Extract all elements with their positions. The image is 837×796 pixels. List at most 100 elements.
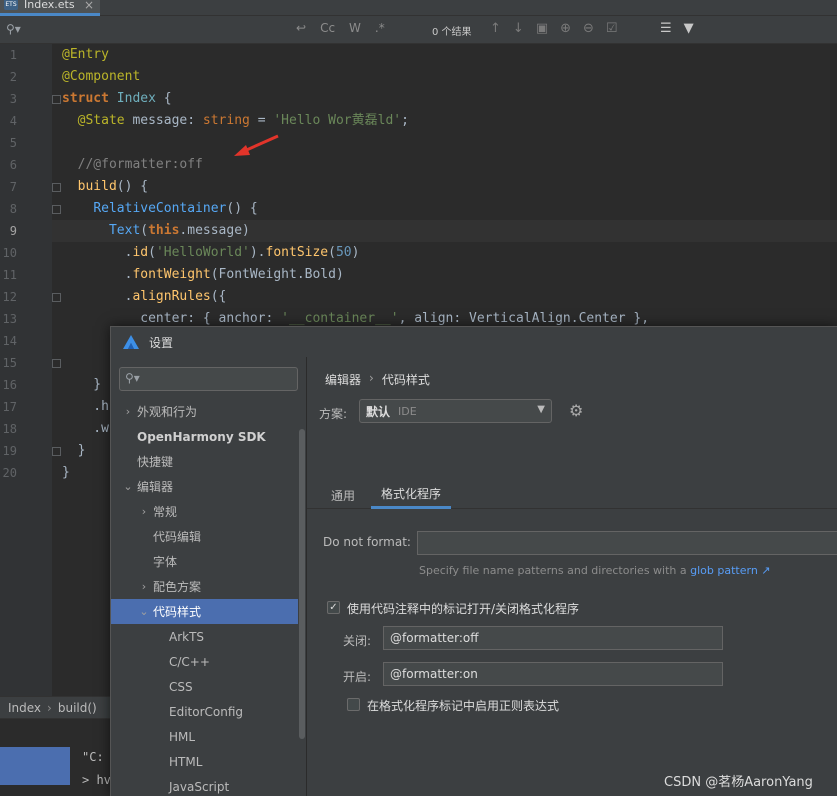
fold-marker-icon[interactable]	[52, 293, 61, 302]
breadcrumb-item[interactable]: Index	[8, 701, 41, 715]
filter-icon[interactable]: ▼	[684, 21, 694, 36]
remove-occurrence-icon[interactable]: ⊖	[583, 21, 594, 36]
chevron-icon[interactable]: ⌄	[121, 480, 135, 493]
line-number: 14	[2, 334, 17, 348]
glob-pattern-link[interactable]: glob pattern ↗	[690, 564, 770, 577]
close-icon[interactable]: ×	[84, 0, 94, 12]
multiline-icon[interactable]: ☰	[660, 21, 672, 36]
search-icon: ⚲▾	[125, 371, 140, 385]
settings-tree-label: 快捷键	[137, 455, 174, 469]
settings-tree-label: 常规	[153, 505, 178, 519]
settings-tree-item[interactable]: EditorConfig	[111, 699, 298, 724]
scheme-value: 默认	[366, 404, 391, 419]
code-line[interactable]: Text(this.message)	[62, 220, 250, 242]
fold-marker-icon[interactable]	[52, 183, 61, 192]
deveco-logo-icon	[123, 335, 139, 349]
code-line[interactable]: .id('HelloWorld').fontSize(50)	[62, 242, 360, 264]
line-number: 8	[9, 202, 17, 216]
line-number: 19	[2, 444, 17, 458]
chevron-icon[interactable]: ›	[121, 405, 135, 418]
settings-tree-item[interactable]: ⌄ 编辑器	[111, 474, 298, 499]
select-all-icon[interactable]: ▣	[536, 21, 548, 36]
fold-marker-icon[interactable]	[52, 205, 61, 214]
code-line[interactable]: @State message: string = 'Hello Wor黄磊ld'…	[62, 110, 409, 132]
terminal-tab-selected[interactable]	[0, 747, 70, 785]
enable-markers-checkbox[interactable]: ✓	[327, 601, 340, 614]
settings-tree-item[interactable]: 快捷键	[111, 449, 298, 474]
line-number: 13	[2, 312, 17, 326]
settings-tree-item[interactable]: 代码编辑	[111, 524, 298, 549]
find-options: ↩ Cc W .*	[296, 21, 385, 35]
code-line[interactable]: .alignRules({	[62, 286, 227, 308]
settings-tree-item[interactable]: 字体	[111, 549, 298, 574]
do-not-format-input[interactable]	[417, 531, 837, 555]
code-line[interactable]: struct Index {	[62, 88, 172, 110]
settings-tree-item[interactable]: ⌄ 代码样式	[111, 599, 298, 624]
breadcrumb-item[interactable]: build()	[58, 701, 97, 715]
do-not-format-label: Do not format:	[323, 535, 411, 549]
settings-tree-item[interactable]: JavaScript	[111, 774, 298, 796]
code-line[interactable]: @Component	[62, 66, 140, 88]
arrow-up-icon[interactable]: ↑	[490, 21, 501, 36]
scheme-select[interactable]: 默认 IDE ▼	[359, 399, 552, 423]
line-number: 10	[2, 246, 17, 260]
code-line[interactable]: }	[62, 462, 70, 484]
tab-index-ets[interactable]: ETS Index.ets ×	[0, 0, 100, 16]
on-marker-input[interactable]: @formatter:on	[383, 662, 723, 686]
code-line[interactable]: }	[62, 374, 101, 396]
code-line[interactable]: .w	[62, 418, 109, 440]
regex-markers-label: 在格式化程序标记中启用正则表达式	[367, 699, 560, 713]
arrow-down-icon[interactable]: ↓	[513, 21, 524, 36]
code-line[interactable]: RelativeContainer() {	[62, 198, 257, 220]
scheme-label: 方案:	[319, 407, 348, 421]
fold-marker-icon[interactable]	[52, 95, 61, 104]
settings-tree-item[interactable]: ArkTS	[111, 624, 298, 649]
settings-tree-item[interactable]: › 常规	[111, 499, 298, 524]
settings-tree-item[interactable]: › 配色方案	[111, 574, 298, 599]
settings-tree-item[interactable]: HML	[111, 724, 298, 749]
on-marker-label: 开启:	[343, 670, 372, 684]
gear-icon[interactable]: ⚙	[569, 401, 583, 420]
formatter-content: Do not format: Specify file name pattern…	[307, 509, 837, 796]
off-marker-input[interactable]: @formatter:off	[383, 626, 723, 650]
code-line[interactable]: .fontWeight(FontWeight.Bold)	[62, 264, 344, 286]
chevron-icon[interactable]: ›	[137, 505, 151, 518]
code-line[interactable]: .h	[62, 396, 109, 418]
regex-icon[interactable]: .*	[375, 21, 385, 35]
fold-marker-icon[interactable]	[52, 447, 61, 456]
enable-markers-label: 使用代码注释中的标记打开/关闭格式化程序	[347, 602, 580, 616]
find-input[interactable]	[24, 19, 314, 41]
settings-breadcrumb-item: 代码样式	[381, 373, 430, 387]
regex-markers-checkbox[interactable]	[347, 698, 360, 711]
whole-word-icon[interactable]: W	[349, 21, 361, 35]
line-number: 18	[2, 422, 17, 436]
select-occurrences-icon[interactable]: ☑	[606, 21, 618, 36]
chevron-icon[interactable]: ›	[137, 580, 151, 593]
add-occurrence-icon[interactable]: ⊕	[560, 21, 571, 36]
settings-tree-label: EditorConfig	[169, 704, 244, 719]
settings-tree-item[interactable]: C/C++	[111, 649, 298, 674]
line-number: 7	[9, 180, 17, 194]
code-line[interactable]: }	[62, 440, 86, 462]
settings-search-input[interactable]: ⚲▾	[119, 367, 298, 391]
settings-tree-item[interactable]: CSS	[111, 674, 298, 699]
code-line[interactable]: //@formatter:off	[62, 154, 203, 176]
match-case-icon[interactable]: Cc	[320, 21, 335, 35]
sidebar-scrollbar[interactable]	[299, 429, 305, 739]
tab-general[interactable]: 通用	[321, 481, 365, 509]
tab-formatter[interactable]: 格式化程序	[371, 481, 452, 509]
settings-tree-item[interactable]: HTML	[111, 749, 298, 774]
undo-icon[interactable]: ↩	[296, 21, 306, 35]
code-line[interactable]: build() {	[62, 176, 148, 198]
dialog-title-bar[interactable]: 设置	[111, 327, 837, 357]
code-line[interactable]: @Entry	[62, 44, 109, 66]
chevron-icon[interactable]: ⌄	[137, 605, 151, 618]
settings-tree-label: C/C++	[169, 654, 210, 669]
fold-marker-icon[interactable]	[52, 359, 61, 368]
line-number: 20	[2, 466, 17, 480]
settings-tree-item[interactable]: OpenHarmony SDK	[111, 424, 298, 449]
search-icon[interactable]: ⚲▾	[6, 22, 21, 36]
settings-tree-item[interactable]: › 外观和行为	[111, 399, 298, 424]
settings-tree-label: 代码编辑	[153, 530, 202, 544]
settings-tree-label: 字体	[153, 555, 178, 569]
